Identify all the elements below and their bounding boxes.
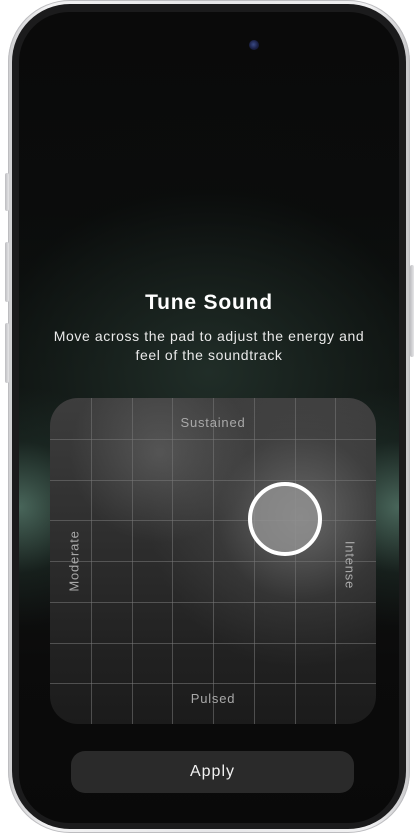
pad-label-moderate: Moderate bbox=[66, 530, 82, 592]
pad-label-pulsed: Pulsed bbox=[190, 691, 236, 706]
sound-pad[interactable]: Sustained Pulsed Moderate Intense bbox=[50, 398, 376, 724]
volume-down-button bbox=[5, 323, 9, 383]
front-camera bbox=[249, 40, 259, 50]
pad-label-sustained: Sustained bbox=[180, 415, 246, 430]
pad-handle[interactable] bbox=[247, 481, 322, 556]
page-title: Tune Sound bbox=[145, 291, 273, 314]
pad-grid bbox=[50, 398, 376, 724]
apply-button[interactable]: Apply bbox=[71, 751, 354, 793]
phone-device: Tune Sound Move across the pad to adjust… bbox=[0, 0, 418, 835]
pad-label-intense: Intense bbox=[342, 540, 358, 590]
page-subtitle: Move across the pad to adjust the energy… bbox=[53, 328, 365, 363]
action-button bbox=[5, 173, 9, 211]
